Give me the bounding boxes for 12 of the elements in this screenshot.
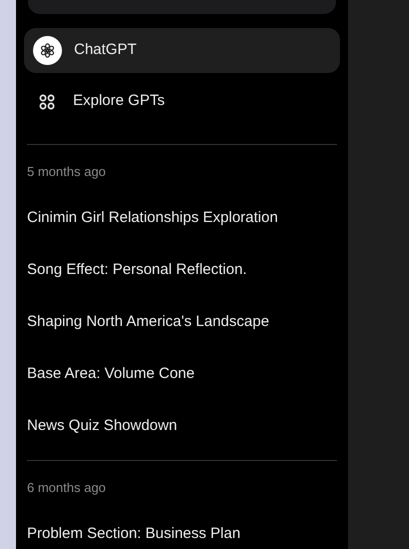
nav-item[interactable]: Explore GPTs [24,79,340,124]
chat-item[interactable]: Shaping North America's Landscape [24,296,340,348]
grid-icon [39,94,55,110]
chat-item[interactable]: Base Area: Volume Cone [24,348,340,400]
nav-item[interactable]: ChatGPT [24,28,340,73]
section-label: 6 months ago [27,480,107,496]
logo-icon [33,36,62,65]
chat-item[interactable]: News Quiz Showdown [24,400,340,452]
chat-item[interactable]: Cinimin Girl Relationships Exploration [24,192,340,244]
chat-item[interactable]: Problem Section: Business Plan [24,508,340,549]
chat-item[interactable]: Song Effect: Personal Reflection. [24,244,340,296]
section-label: 5 months ago [27,164,107,180]
